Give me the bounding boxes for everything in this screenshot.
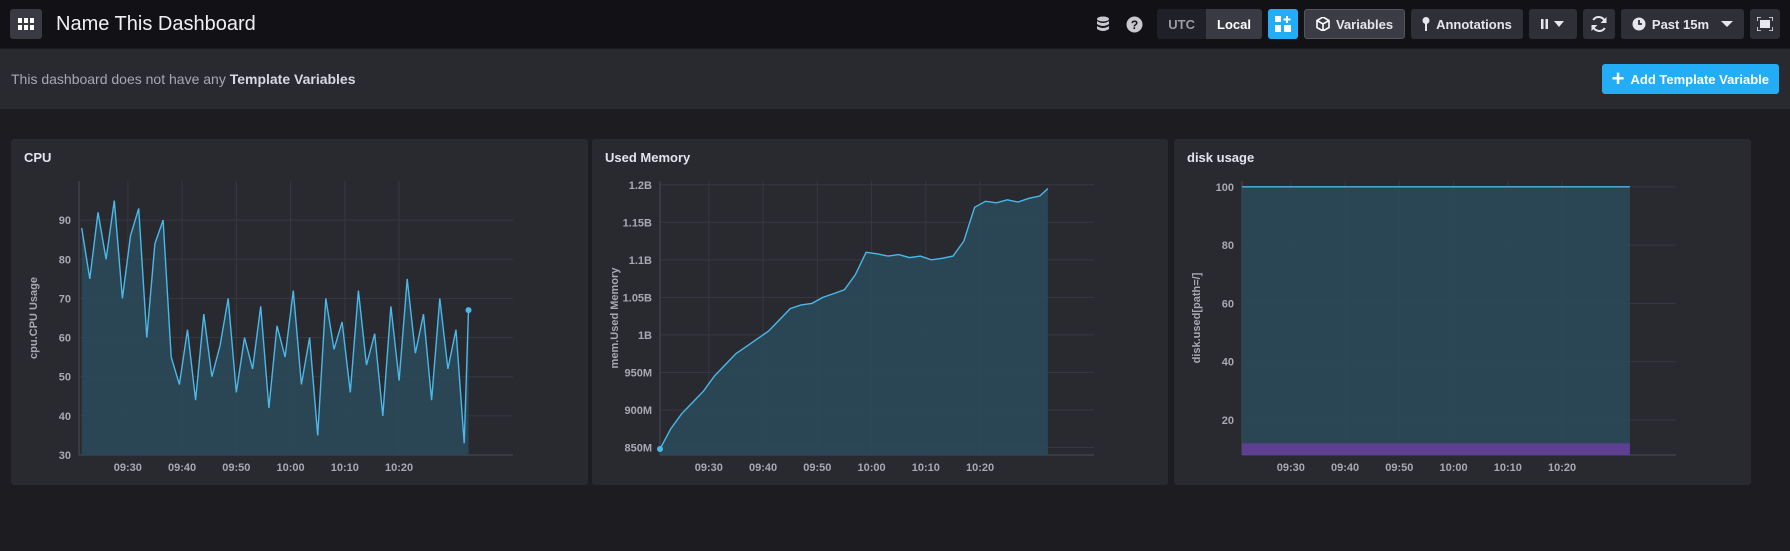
chart-2: disk.used[path=/] 20 40 60 80 100 09:30 09:40 09… <box>1191 181 1676 474</box>
series-disk-area <box>1242 186 1630 456</box>
time-range-label: Past 15m <box>1651 16 1709 32</box>
y-tick-label: 90 <box>59 215 71 227</box>
y-tick-label: 1.1B <box>629 255 652 267</box>
tz-local-option[interactable]: Local <box>1206 9 1262 39</box>
series-area <box>81 200 469 455</box>
series-purple-area <box>1242 443 1630 455</box>
timezone-toggle: UTC Local <box>1157 9 1262 39</box>
tz-utc-option[interactable]: UTC <box>1157 9 1206 39</box>
caret-down-icon <box>1721 21 1733 27</box>
x-tick-label: 10:10 <box>1494 462 1522 474</box>
help-icon[interactable]: ? <box>1126 16 1143 33</box>
clock-icon <box>1632 17 1646 31</box>
dashboard-cells: CPU cpu.CPU Usage 30 40 50 60 70 80 90 09:30 09:4… <box>0 109 1790 509</box>
x-tick-label: 10:00 <box>1440 462 1468 474</box>
autorefresh-dropdown[interactable] <box>1528 9 1577 39</box>
x-tick-label: 10:20 <box>966 462 994 474</box>
expand-icon <box>1757 17 1773 31</box>
cpu-cell[interactable]: CPU cpu.CPU Usage 30 40 50 60 70 80 90 09:30 09:4… <box>11 139 588 485</box>
x-tick-label: 09:30 <box>114 462 142 474</box>
x-tick-label: 09:30 <box>695 462 723 474</box>
used-memory-cell[interactable]: Used Memory mem.Used Memory 850M 900M 950M 1… <box>592 139 1168 485</box>
cube-icon <box>1316 17 1330 31</box>
template-variables-bar: This dashboard does not have any Templat… <box>0 49 1790 109</box>
graph-menu-button[interactable] <box>10 9 42 39</box>
x-tick-label: 10:20 <box>385 462 413 474</box>
template-message-text: This dashboard does not have any <box>11 71 230 87</box>
dashboard-title[interactable]: Name This Dashboard <box>56 13 256 36</box>
y-axis-label: mem.Used Memory <box>609 267 621 369</box>
annotation-icon <box>1422 17 1430 31</box>
add-cell-button[interactable] <box>1267 9 1298 39</box>
x-tick-label: 10:00 <box>277 462 305 474</box>
template-variables-message: This dashboard does not have any Templat… <box>11 71 356 87</box>
x-tick-label: 09:40 <box>749 462 777 474</box>
y-tick-label: 40 <box>59 411 71 423</box>
grid-icon <box>18 18 34 30</box>
annotations-label: Annotations <box>1436 16 1512 32</box>
refresh-icon <box>1591 16 1607 32</box>
x-tick-label: 09:40 <box>1331 462 1359 474</box>
y-tick-label: 80 <box>59 254 71 266</box>
series-area <box>660 188 1048 455</box>
y-tick-label: 1.15B <box>623 217 652 229</box>
y-tick-label: 100 <box>1216 182 1234 194</box>
series-end-point <box>465 307 472 314</box>
svg-text:?: ? <box>1131 18 1138 32</box>
refresh-button[interactable] <box>1582 9 1615 39</box>
y-tick-label: 60 <box>1222 298 1234 310</box>
y-tick-label: 850M <box>624 442 652 454</box>
y-axis-label: cpu.CPU Usage <box>28 277 40 359</box>
annotations-button[interactable]: Annotations <box>1411 9 1523 39</box>
disk-usage-cell[interactable]: disk usage disk.used[path=/] 20 40 60 80 100 0… <box>1174 139 1751 485</box>
template-message-bold: Template Variables <box>229 71 356 87</box>
y-tick-label: 70 <box>59 293 71 305</box>
y-tick-label: 80 <box>1222 240 1234 252</box>
y-tick-label: 1B <box>638 330 652 342</box>
time-range-dropdown[interactable]: Past 15m <box>1620 9 1744 39</box>
y-tick-label: 30 <box>59 450 71 462</box>
x-tick-label: 09:50 <box>222 462 250 474</box>
page-header: Name This Dashboard ? UTC Local Variable… <box>0 0 1790 48</box>
x-tick-label: 10:00 <box>858 462 886 474</box>
y-tick-label: 20 <box>1222 415 1234 427</box>
y-axis-label: disk.used[path=/] <box>1191 272 1203 363</box>
presentation-mode-button[interactable] <box>1750 9 1780 39</box>
y-tick-label: 40 <box>1222 357 1234 369</box>
pause-icon <box>1540 19 1564 29</box>
series-start-point <box>657 445 663 452</box>
x-tick-label: 09:50 <box>1385 462 1413 474</box>
variables-label: Variables <box>1335 16 1394 32</box>
x-tick-label: 09:40 <box>168 462 196 474</box>
variables-button[interactable]: Variables <box>1303 9 1406 39</box>
y-tick-label: 60 <box>59 333 71 345</box>
y-tick-label: 1.05B <box>623 292 652 304</box>
chart-1: mem.Used Memory 850M 900M 950M 1B 1.05B 1.1B 1.… <box>609 180 1094 474</box>
add-cell-icon <box>1274 16 1291 32</box>
add-template-variable-label: Add Template Variable <box>1630 71 1769 87</box>
y-tick-label: 50 <box>59 372 71 384</box>
y-tick-label: 900M <box>624 405 652 417</box>
x-tick-label: 10:20 <box>1548 462 1576 474</box>
add-template-variable-button[interactable]: + Add Template Variable <box>1601 64 1779 94</box>
x-tick-label: 09:30 <box>1277 462 1305 474</box>
y-tick-label: 1.2B <box>629 180 652 192</box>
x-tick-label: 09:50 <box>803 462 831 474</box>
y-tick-label: 950M <box>624 367 652 379</box>
x-tick-label: 10:10 <box>912 462 940 474</box>
plus-icon: + <box>1611 66 1625 91</box>
database-icon[interactable] <box>1096 16 1110 32</box>
x-tick-label: 10:10 <box>331 462 359 474</box>
chart-0: cpu.CPU Usage 30 40 50 60 70 80 90 09:30 09:40 09:… <box>28 181 513 474</box>
